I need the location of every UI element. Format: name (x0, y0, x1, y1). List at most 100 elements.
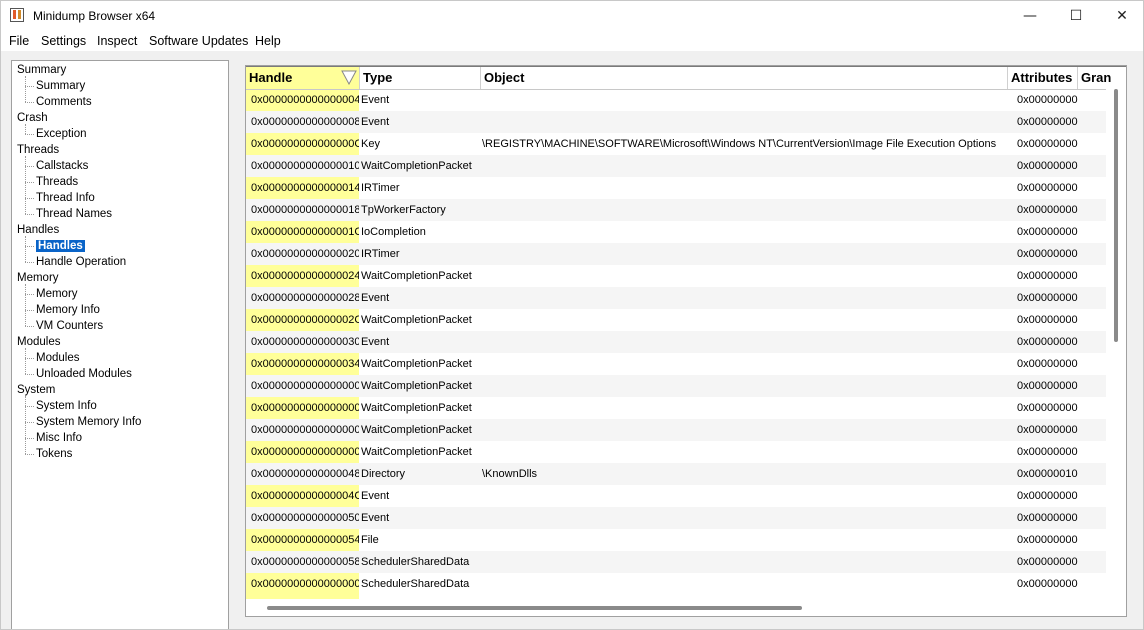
tree-connector (25, 374, 34, 375)
title-bar[interactable]: Minidump Browser x64 — ☐ ✕ (1, 1, 1143, 31)
table-row[interactable]: 0x0000000000000000 WaitCompletionPacket 0x… (246, 419, 1106, 441)
navigation-tree[interactable]: Summary Summary Comments Crash Exception Thre… (11, 60, 229, 629)
tree-item-label: Handle Operation (36, 256, 127, 268)
sort-descending-icon (341, 70, 357, 85)
column-header-attributes[interactable]: Attributes (1008, 67, 1078, 89)
table-row[interactable]: 0x0000000000000050 Event 0x00000000 (246, 507, 1106, 529)
table-row[interactable]: 0x0000000000000000 WaitCompletionPacket 0x… (246, 397, 1106, 419)
column-header-type[interactable]: Type (360, 67, 481, 89)
table-row[interactable]: 0x0000000000000048 Directory \KnownDlls 0x0… (246, 463, 1106, 485)
maximize-button[interactable]: ☐ (1053, 1, 1099, 31)
table-row[interactable]: 0x0000000000000028 Event 0x00000000 (246, 287, 1106, 309)
table-row[interactable]: 0x0000000000000014 IRTimer 0x00000000 (246, 177, 1106, 199)
tree-connector (25, 214, 34, 215)
table-row[interactable]: 0x000000000000001C IoCompletion 0x00000000 (246, 221, 1106, 243)
cell-attributes: 0x00000000 (1017, 380, 1078, 392)
tree-item[interactable]: Handles (35, 238, 86, 254)
cell-handle: 0x0000000000000024 (251, 270, 359, 282)
cell-object (482, 221, 1006, 243)
tree-item[interactable]: System Info (36, 398, 97, 414)
tree-group[interactable]: Modules (17, 334, 60, 350)
tree-item-label: Memory (36, 288, 78, 300)
menu-inspect[interactable]: Inspect (97, 34, 137, 48)
horizontal-scrollbar[interactable] (246, 599, 1126, 616)
table-row[interactable]: 0x0000000000000000 WaitCompletionPacket 0x… (246, 375, 1106, 397)
cell-attributes: 0x00000000 (1017, 182, 1078, 194)
column-header-granted-access[interactable]: Gran (1078, 67, 1126, 89)
tree-item[interactable]: Memory Info (36, 302, 100, 318)
cell-type: WaitCompletionPacket (361, 358, 472, 370)
menu-settings[interactable]: Settings (41, 34, 86, 48)
menu-help[interactable]: Help (255, 34, 281, 48)
minimize-button[interactable]: — (1007, 1, 1053, 31)
tree-item[interactable]: Handle Operation (36, 254, 126, 270)
tree-item[interactable]: Thread Names (36, 206, 112, 222)
cell-attributes: 0x00000000 (1017, 314, 1078, 326)
tree-group[interactable]: System (17, 382, 55, 398)
column-header-label: Handle (249, 70, 293, 85)
cell-handle: 0x0000000000000054 (251, 534, 359, 546)
table-row[interactable]: 0x000000000000004C Event 0x00000000 (246, 485, 1106, 507)
tree-item[interactable]: Modules (36, 350, 79, 366)
vertical-scrollbar[interactable] (1106, 89, 1126, 599)
cell-handle: 0x0000000000000000 (251, 578, 359, 590)
table-row[interactable]: 0x0000000000000000 WaitCompletionPacket 0x… (246, 441, 1106, 463)
table-row[interactable]: 0x0000000000000020 IRTimer 0x00000000 (246, 243, 1106, 265)
tree-item-label: System Info (36, 400, 97, 412)
tree-group[interactable]: Memory (17, 270, 59, 286)
table-row[interactable]: 0x0000000000000010 WaitCompletionPacket 0x… (246, 155, 1106, 177)
tree-connector (25, 262, 34, 263)
cell-handle: 0x0000000000000048 (251, 468, 359, 480)
tree-item[interactable]: Summary (36, 78, 85, 94)
tree-item[interactable]: Exception (36, 126, 87, 142)
table-row[interactable]: 0x0000000000000000 SchedulerSharedData 0x0… (246, 573, 1106, 595)
vertical-scroll-thumb[interactable] (1114, 89, 1118, 342)
cell-object (482, 199, 1006, 221)
column-header-object[interactable]: Object (481, 67, 1008, 89)
menu-file[interactable]: File (9, 34, 29, 48)
close-button[interactable]: ✕ (1099, 1, 1143, 31)
table-row[interactable]: 0x000000000000000C Key \REGISTRY\MACHINE\S… (246, 133, 1106, 155)
tree-connector (25, 124, 26, 134)
cell-object (482, 287, 1006, 309)
table-row[interactable]: 0x0000000000000030 Event 0x00000000 (246, 331, 1106, 353)
tree-group[interactable]: Handles (17, 222, 59, 238)
table-row[interactable]: 0x0000000000000008 Event 0x00000000 (246, 111, 1106, 133)
table-row[interactable]: 0x000000000000002C WaitCompletionPacket 0x… (246, 309, 1106, 331)
table-row[interactable]: 0x0000000000000034 WaitCompletionPacket 0x… (246, 353, 1106, 375)
table-row[interactable]: 0x0000000000000058 SchedulerSharedData 0x0… (246, 551, 1106, 573)
cell-type: Event (361, 116, 390, 128)
tree-item-label: Crash (17, 112, 48, 124)
tree-item[interactable]: Threads (36, 174, 78, 190)
tree-item[interactable]: Comments (36, 94, 92, 110)
table-row[interactable]: 0x0000000000000024 WaitCompletionPacket 0x… (246, 265, 1106, 287)
horizontal-scroll-thumb[interactable] (267, 606, 802, 610)
cell-object (482, 89, 1006, 111)
tree-connector (25, 102, 34, 103)
tree-item[interactable]: VM Counters (36, 318, 103, 334)
app-icon (10, 8, 24, 22)
tree-connector (25, 326, 34, 327)
tree-group[interactable]: Crash (17, 110, 48, 126)
table-row[interactable]: 0x0000000000000018 TpWorkerFactory 0x00000… (246, 199, 1106, 221)
handles-grid[interactable]: Handle Type Object Attributes Gran 0x000… (245, 65, 1127, 617)
table-row[interactable]: 0x0000000000000054 File 0x00000000 (246, 529, 1106, 551)
cell-type: WaitCompletionPacket (361, 402, 472, 414)
tree-item[interactable]: Tokens (36, 446, 72, 462)
cell-type: Event (361, 336, 390, 348)
tree-item[interactable]: Callstacks (36, 158, 88, 174)
cell-type: TpWorkerFactory (361, 204, 446, 216)
tree-item[interactable]: Thread Info (36, 190, 95, 206)
menu-software-updates[interactable]: Software Updates (149, 34, 248, 48)
tree-item[interactable]: Misc Info (36, 430, 82, 446)
tree-item[interactable]: System Memory Info (36, 414, 141, 430)
tree-item[interactable]: Unloaded Modules (36, 366, 132, 382)
tree-connector (25, 166, 34, 167)
table-row[interactable]: 0x0000000000000004 Event 0x00000000 (246, 89, 1106, 111)
cell-handle: 0x000000000000002C (251, 314, 359, 326)
tree-group[interactable]: Threads (17, 142, 59, 158)
tree-item[interactable]: Memory (36, 286, 78, 302)
cell-type: Directory (361, 468, 406, 480)
cell-handle: 0x0000000000000030 (251, 336, 359, 348)
column-header-handle[interactable]: Handle (246, 67, 360, 89)
